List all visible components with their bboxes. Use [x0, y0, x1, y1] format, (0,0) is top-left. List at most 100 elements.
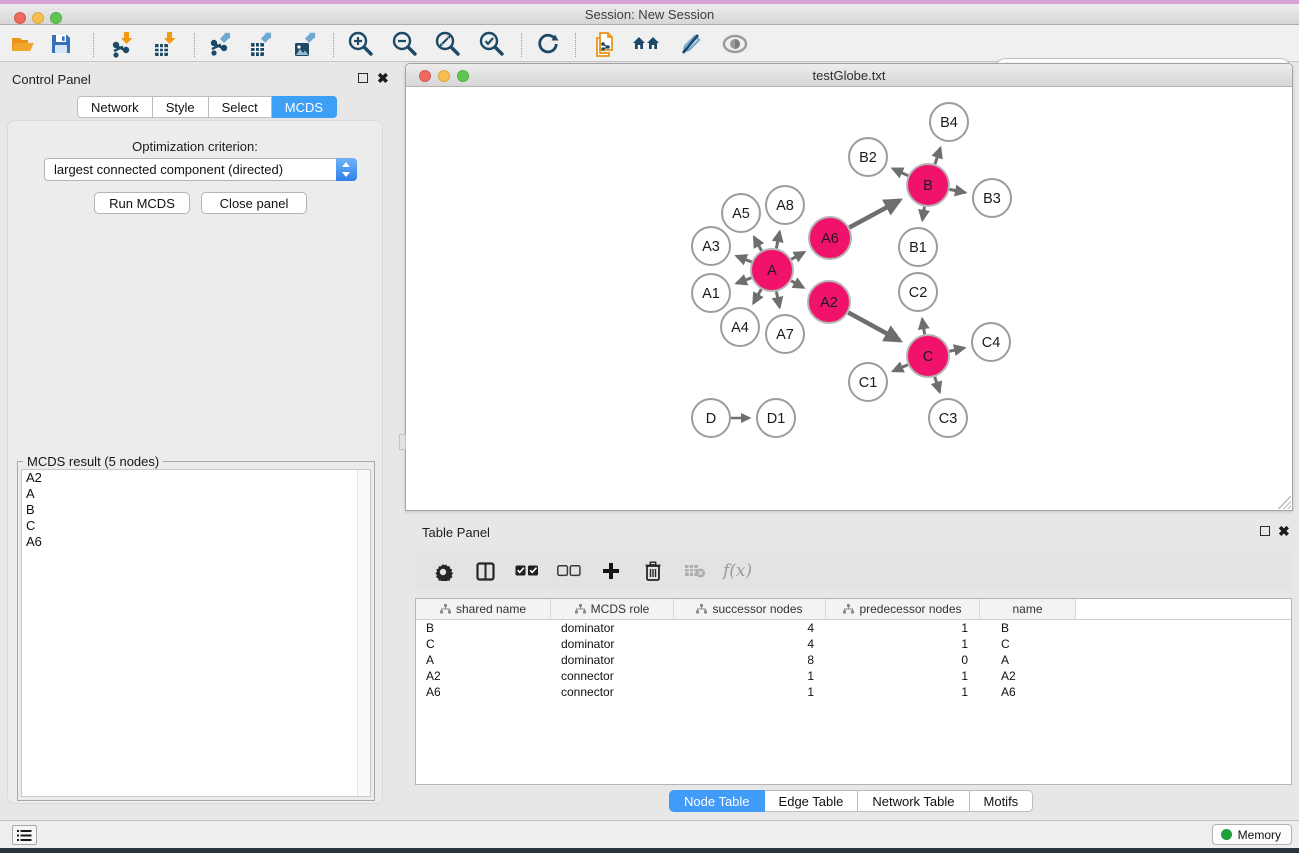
- column-header-successor-nodes[interactable]: successor nodes: [674, 599, 826, 619]
- zoom-selected-button[interactable]: [477, 29, 507, 59]
- cell-mcds-role[interactable]: connector: [551, 669, 674, 683]
- graph-edge-C-C2[interactable]: [922, 319, 924, 334]
- cell-shared-name[interactable]: B: [416, 621, 551, 635]
- graph-edge-C-C4[interactable]: [949, 348, 964, 351]
- cell-predecessor-nodes[interactable]: 1: [826, 685, 980, 699]
- zoom-in-button[interactable]: [346, 29, 376, 59]
- table-row[interactable]: A6 connector 1 1 A6: [416, 684, 1291, 700]
- graph-node-D1[interactable]: D1: [757, 399, 795, 437]
- result-item[interactable]: C: [22, 518, 370, 534]
- graph-edge-A6-B[interactable]: [849, 200, 899, 227]
- graph-edge-A-A6[interactable]: [791, 252, 804, 259]
- cell-shared-name[interactable]: A2: [416, 669, 551, 683]
- graph-node-B4[interactable]: B4: [930, 103, 968, 141]
- table-settings-button[interactable]: [429, 557, 457, 585]
- cell-predecessor-nodes[interactable]: 1: [826, 637, 980, 651]
- import-table-button[interactable]: [150, 29, 180, 59]
- cell-name[interactable]: A: [980, 653, 1076, 667]
- cell-successor-nodes[interactable]: 4: [674, 621, 826, 635]
- graph-edge-A-A3[interactable]: [736, 256, 751, 262]
- cell-successor-nodes[interactable]: 1: [674, 685, 826, 699]
- graph-node-A8[interactable]: A8: [766, 186, 804, 224]
- cell-name[interactable]: C: [980, 637, 1076, 651]
- network-graph[interactable]: B4B2BB3A5A8A6A3B1AA1C2A2A4A7C4CC1C3DD1: [406, 88, 1292, 511]
- tab-network-table[interactable]: Network Table: [858, 790, 969, 812]
- graph-edge-A-A1[interactable]: [737, 278, 752, 284]
- create-column-button[interactable]: [597, 557, 625, 585]
- export-image-button[interactable]: [290, 29, 320, 59]
- table-float-icon[interactable]: [1260, 526, 1270, 536]
- column-header-predecessor-nodes[interactable]: predecessor nodes: [826, 599, 980, 619]
- export-network-button[interactable]: [205, 29, 235, 59]
- graph-node-A4[interactable]: A4: [721, 308, 759, 346]
- cell-successor-nodes[interactable]: 8: [674, 653, 826, 667]
- table-row[interactable]: B dominator 4 1 B: [416, 620, 1291, 636]
- select-all-rows-button[interactable]: [513, 557, 541, 585]
- cell-shared-name[interactable]: A: [416, 653, 551, 667]
- hide-annotations-button[interactable]: [675, 29, 705, 59]
- close-panel-button[interactable]: Close panel: [201, 192, 307, 214]
- table-row[interactable]: A2 connector 1 1 A2: [416, 668, 1291, 684]
- network-window-titlebar[interactable]: testGlobe.txt: [406, 64, 1292, 87]
- import-network-button[interactable]: [107, 29, 137, 59]
- graph-node-A5[interactable]: A5: [722, 194, 760, 232]
- cell-predecessor-nodes[interactable]: 1: [826, 669, 980, 683]
- delete-column-button[interactable]: [639, 557, 667, 585]
- memory-button[interactable]: Memory: [1212, 824, 1292, 845]
- criterion-dropdown[interactable]: largest connected component (directed): [44, 158, 357, 181]
- graph-edge-A2-C[interactable]: [848, 313, 900, 341]
- deselect-all-rows-button[interactable]: [555, 557, 583, 585]
- clone-network-button[interactable]: [590, 29, 620, 59]
- cell-successor-nodes[interactable]: 1: [674, 669, 826, 683]
- tab-network[interactable]: Network: [77, 96, 153, 118]
- graph-edge-A-A5[interactable]: [754, 237, 761, 251]
- graph-node-A3[interactable]: A3: [692, 227, 730, 265]
- graph-node-C2[interactable]: C2: [899, 273, 937, 311]
- graph-node-B1[interactable]: B1: [899, 228, 937, 266]
- cell-predecessor-nodes[interactable]: 0: [826, 653, 980, 667]
- task-history-button[interactable]: [12, 825, 37, 845]
- network-canvas[interactable]: B4B2BB3A5A8A6A3B1AA1C2A2A4A7C4CC1C3DD1: [406, 88, 1292, 510]
- cell-name[interactable]: A2: [980, 669, 1076, 683]
- graph-edge-B-B3[interactable]: [950, 189, 966, 192]
- cell-mcds-role[interactable]: dominator: [551, 621, 674, 635]
- table-close-icon[interactable]: ✖: [1278, 525, 1290, 537]
- column-header-shared-name[interactable]: shared name: [416, 599, 551, 619]
- save-session-button[interactable]: [46, 29, 76, 59]
- close-panel-icon[interactable]: ✖: [377, 72, 389, 84]
- table-row[interactable]: A dominator 8 0 A: [416, 652, 1291, 668]
- cell-mcds-role[interactable]: dominator: [551, 653, 674, 667]
- column-header-name[interactable]: name: [980, 599, 1076, 619]
- graph-edge-A-A8[interactable]: [776, 232, 779, 249]
- graph-node-A1[interactable]: A1: [692, 274, 730, 312]
- column-header-mcds-role[interactable]: MCDS role: [551, 599, 674, 619]
- open-file-button[interactable]: [8, 29, 38, 59]
- result-item[interactable]: B: [22, 502, 370, 518]
- graph-node-C4[interactable]: C4: [972, 323, 1010, 361]
- graph-edge-B-B1[interactable]: [922, 207, 924, 220]
- graph-node-C1[interactable]: C1: [849, 363, 887, 401]
- graph-edge-C-C3[interactable]: [935, 377, 940, 392]
- tab-select[interactable]: Select: [209, 96, 272, 118]
- refresh-button[interactable]: [533, 29, 563, 59]
- graph-edge-A-A7[interactable]: [776, 292, 779, 308]
- tab-mcds[interactable]: MCDS: [272, 96, 337, 118]
- graph-node-A[interactable]: A: [751, 249, 793, 291]
- graph-node-A6[interactable]: A6: [809, 217, 851, 259]
- home-layout-button[interactable]: [632, 29, 662, 59]
- run-mcds-button[interactable]: Run MCDS: [94, 192, 190, 214]
- graph-edge-A-A2[interactable]: [791, 281, 803, 288]
- table-row[interactable]: C dominator 4 1 C: [416, 636, 1291, 652]
- graph-edge-C-C1[interactable]: [893, 365, 908, 371]
- graph-node-A7[interactable]: A7: [766, 315, 804, 353]
- cell-name[interactable]: B: [980, 621, 1076, 635]
- graph-node-A2[interactable]: A2: [808, 281, 850, 323]
- float-panel-icon[interactable]: [358, 73, 368, 83]
- tab-motifs[interactable]: Motifs: [970, 790, 1034, 812]
- graph-edge-B-B2[interactable]: [893, 169, 908, 176]
- toggle-bird-eye-button[interactable]: [720, 29, 750, 59]
- cell-name[interactable]: A6: [980, 685, 1076, 699]
- result-item[interactable]: A6: [22, 534, 370, 550]
- cell-shared-name[interactable]: A6: [416, 685, 551, 699]
- graph-edge-B-B4[interactable]: [935, 148, 940, 164]
